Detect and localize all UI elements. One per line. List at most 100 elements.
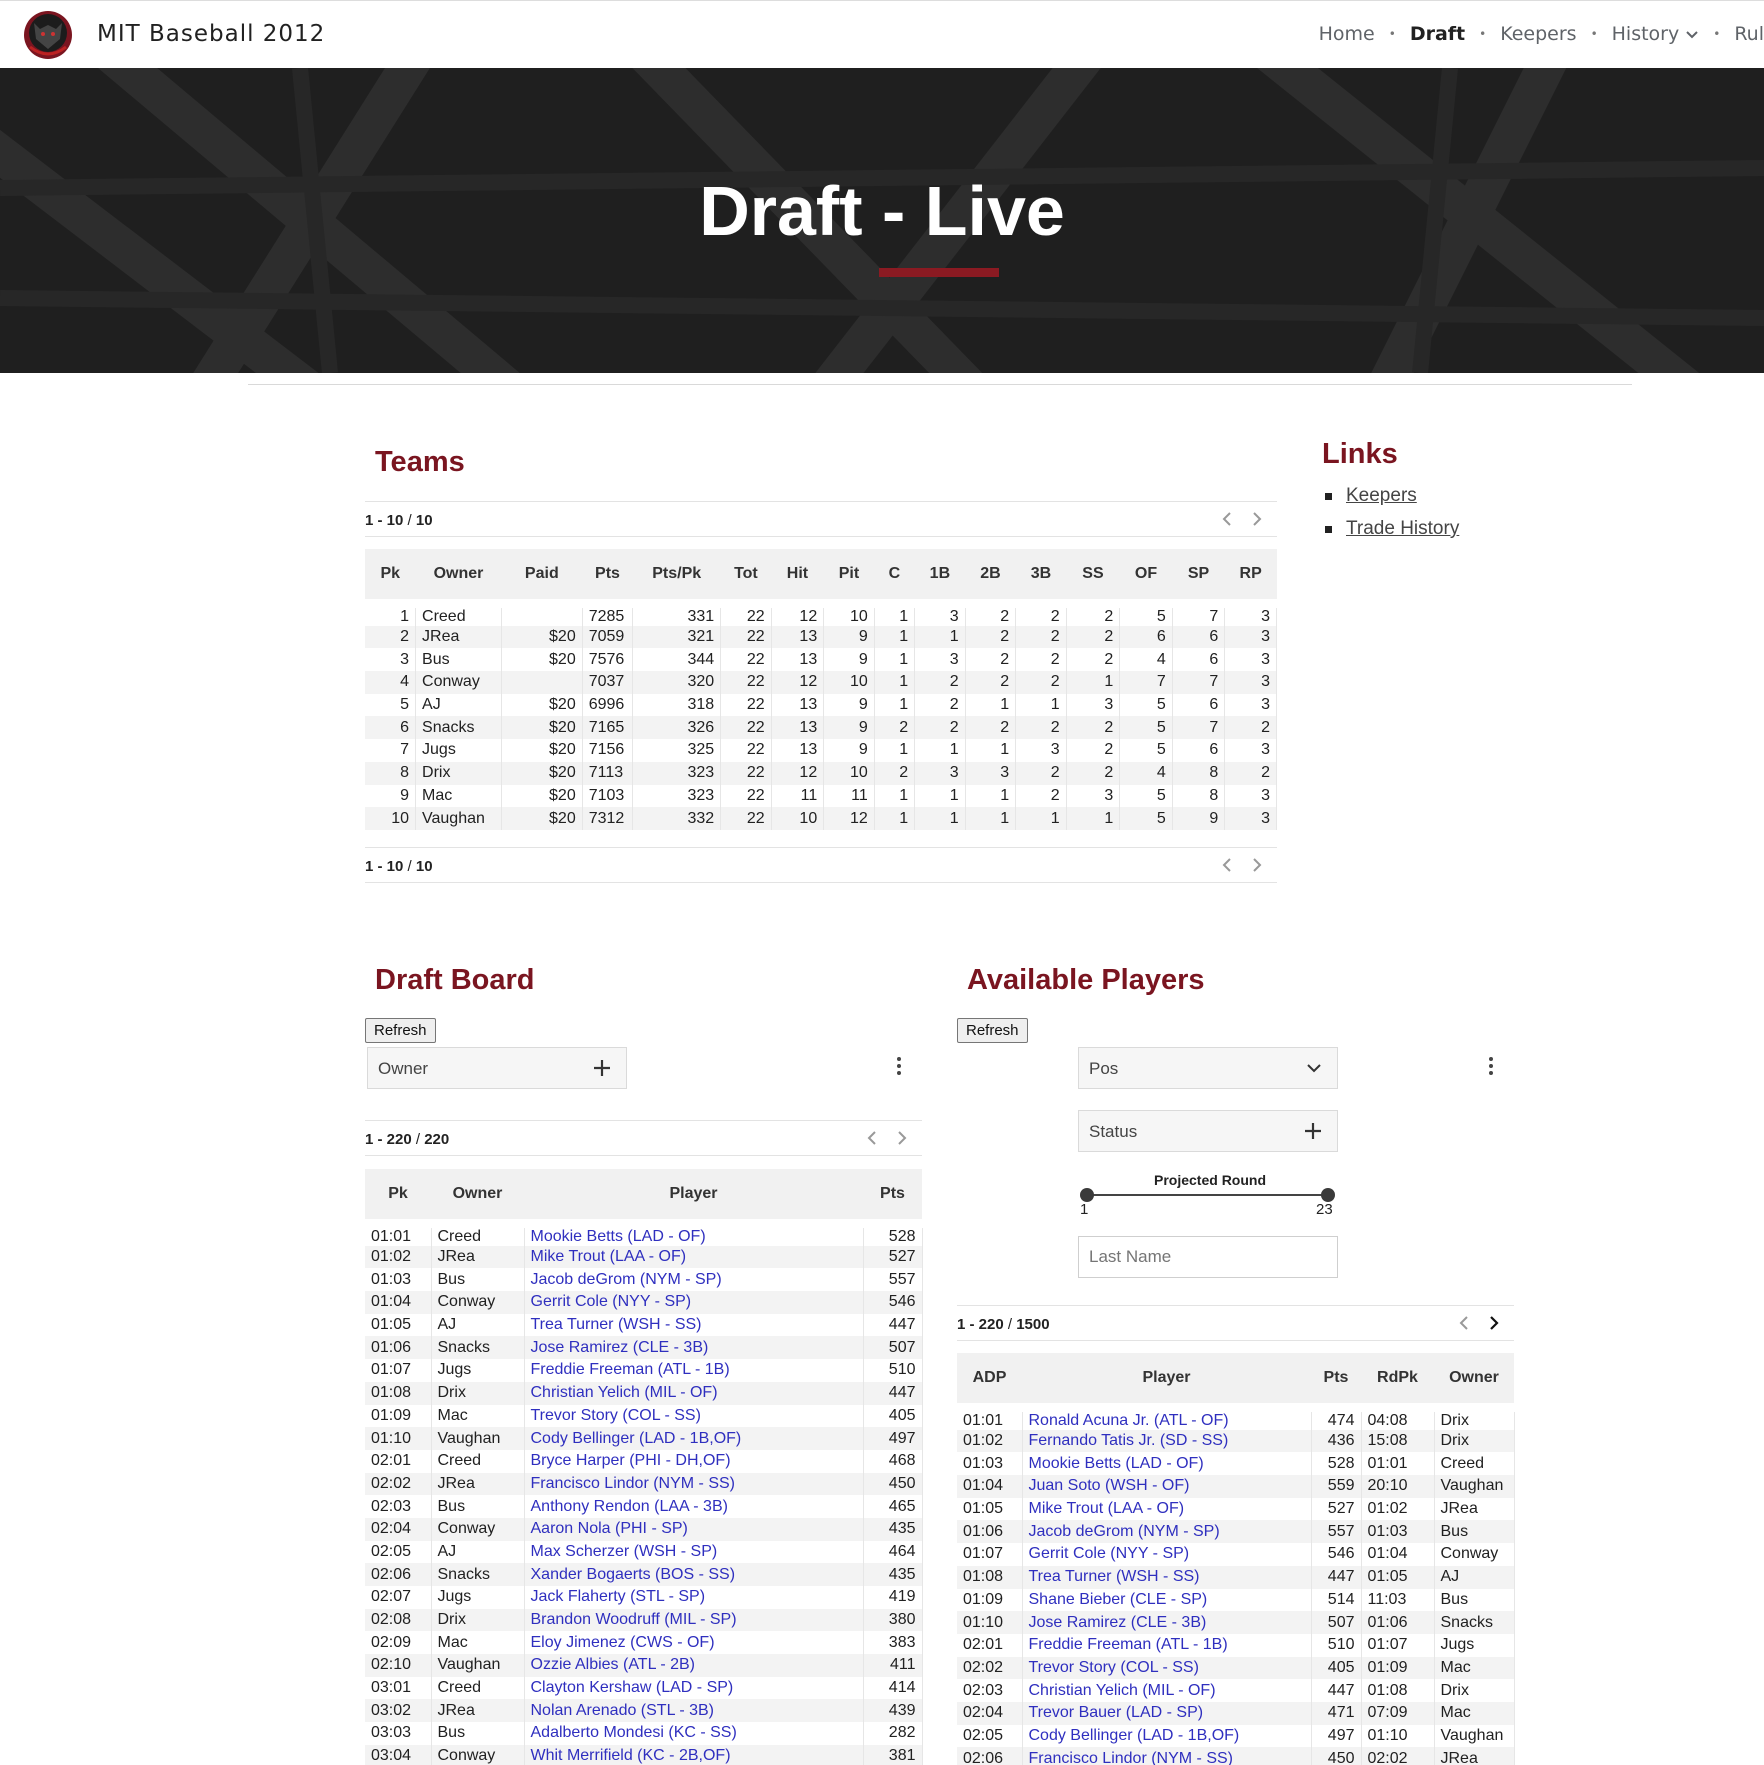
teams-header-c[interactable]: C [874,549,915,603]
draft-board-refresh-button[interactable]: Refresh [365,1018,436,1043]
more-options-icon[interactable] [1488,1057,1494,1079]
teams-header-sp[interactable]: SP [1172,549,1225,603]
player-link[interactable]: Cody Bellinger (LAD - 1B,OF) [531,1430,742,1447]
available-header-player[interactable]: Player [1022,1353,1311,1407]
player-link[interactable]: Jack Flaherty (STL - SP) [531,1588,706,1605]
player-link[interactable]: Anthony Rendon (LAA - 3B) [531,1498,728,1515]
team-logo-icon[interactable] [20,9,76,61]
chevron-right-icon[interactable] [1249,510,1265,528]
board-header-pts[interactable]: Pts [863,1169,922,1223]
teams-header-pk[interactable]: Pk [365,549,416,603]
available-header-pts[interactable]: Pts [1311,1353,1361,1407]
teams-header-owner[interactable]: Owner [415,549,502,603]
teams-header-1b[interactable]: 1B [914,549,966,603]
table-cell: 1 [1015,693,1067,717]
available-refresh-button[interactable]: Refresh [957,1018,1028,1043]
table-cell: 6 [1172,648,1226,672]
player-link[interactable]: Ozzie Albies (ATL - 2B) [531,1656,696,1673]
link-trade-history[interactable]: Trade History [1346,518,1459,540]
player-link[interactable]: Eloy Jimenez (CWS - OF) [531,1634,715,1651]
teams-header-2b[interactable]: 2B [965,549,1016,603]
projected-round-slider-track[interactable] [1087,1194,1329,1196]
chevron-right-icon[interactable] [1486,1314,1502,1332]
teams-header-pit[interactable]: Pit [823,549,875,603]
player-link[interactable]: Brandon Woodruff (MIL - SP) [531,1611,737,1628]
available-header-adp[interactable]: ADP [957,1353,1022,1407]
teams-header-of[interactable]: OF [1119,549,1173,603]
chevron-right-icon[interactable] [1249,856,1265,874]
site-title[interactable]: MIT Baseball 2012 [97,21,325,47]
table-cell: 02:02 [957,1656,1023,1680]
player-link[interactable]: Xander Bogaerts (BOS - SS) [531,1566,736,1583]
player-link[interactable]: Jose Ramirez (CLE - 3B) [531,1339,709,1356]
player-link[interactable]: Nolan Arenado (STL - 3B) [531,1702,715,1719]
player-link[interactable]: Juan Soto (WSH - OF) [1029,1477,1190,1494]
board-header-owner[interactable]: Owner [431,1169,524,1223]
player-link[interactable]: Shane Bieber (CLE - SP) [1029,1591,1208,1608]
chevron-left-icon[interactable] [864,1129,880,1147]
player-link[interactable]: Trea Turner (WSH - SS) [1029,1568,1200,1585]
chevron-left-icon[interactable] [1219,856,1235,874]
available-header-owner[interactable]: Owner [1434,1353,1514,1407]
teams-header-3b[interactable]: 3B [1015,549,1067,603]
player-link[interactable]: Max Scherzer (WSH - SP) [531,1543,718,1560]
available-header-rdpk[interactable]: RdPk [1361,1353,1434,1407]
slider-max-handle[interactable] [1321,1188,1335,1202]
player-link[interactable]: Trea Turner (WSH - SS) [531,1316,702,1333]
teams-header-tot[interactable]: Tot [720,549,772,603]
teams-header-paid[interactable]: Paid [501,549,583,603]
board-header-player[interactable]: Player [524,1169,863,1223]
status-filter[interactable]: Status [1078,1110,1338,1152]
player-link[interactable]: Trevor Story (COL - SS) [531,1407,701,1424]
player-link[interactable]: Trevor Bauer (LAD - SP) [1029,1704,1204,1721]
table-cell: Conway [415,671,502,694]
nav-home[interactable]: Home [1319,23,1375,45]
player-link[interactable]: Francisco Lindor (NYM - SS) [1029,1750,1234,1765]
player-link[interactable]: Mike Trout (LAA - OF) [531,1248,687,1265]
player-link[interactable]: Cody Bellinger (LAD - 1B,OF) [1029,1727,1240,1744]
plus-icon[interactable] [1303,1121,1323,1141]
player-link[interactable]: Bryce Harper (PHI - DH,OF) [531,1452,731,1469]
owner-filter[interactable]: Owner [367,1047,627,1089]
teams-header-pts-pk[interactable]: Pts/Pk [632,549,721,603]
more-options-icon[interactable] [896,1057,902,1079]
teams-header-hit[interactable]: Hit [771,549,824,603]
player-link[interactable]: Ronald Acuna Jr. (ATL - OF) [1029,1416,1229,1429]
board-header-pk[interactable]: Pk [365,1169,431,1223]
teams-header-ss[interactable]: SS [1066,549,1120,603]
teams-header-pts[interactable]: Pts [582,549,633,603]
player-link[interactable]: Aaron Nola (PHI - SP) [531,1520,688,1537]
player-link[interactable]: Gerrit Cole (NYY - SP) [1029,1545,1190,1562]
pos-dropdown[interactable]: Pos [1078,1047,1338,1089]
last-name-input[interactable] [1078,1236,1338,1278]
player-link[interactable]: Freddie Freeman (ATL - 1B) [531,1361,730,1378]
player-link[interactable]: Jose Ramirez (CLE - 3B) [1029,1614,1207,1631]
player-link[interactable]: Jacob deGrom (NYM - SP) [531,1271,722,1288]
player-link[interactable]: Francisco Lindor (NYM - SS) [531,1475,736,1492]
nav-history[interactable]: History [1612,23,1700,45]
table-cell: 07:09 [1361,1701,1435,1725]
player-link[interactable]: Jacob deGrom (NYM - SP) [1029,1523,1220,1540]
link-keepers[interactable]: Keepers [1346,485,1417,507]
plus-icon[interactable] [592,1058,612,1078]
player-link[interactable]: Whit Merrifield (KC - 2B,OF) [531,1747,731,1764]
player-link[interactable]: Adalberto Mondesi (KC - SS) [531,1724,737,1741]
nav-draft[interactable]: Draft [1410,23,1465,45]
player-link[interactable]: Fernando Tatis Jr. (SD - SS) [1029,1432,1229,1449]
player-link[interactable]: Trevor Story (COL - SS) [1029,1659,1199,1676]
nav-keepers[interactable]: Keepers [1500,23,1576,45]
player-link[interactable]: Gerrit Cole (NYY - SP) [531,1293,692,1310]
player-link[interactable]: Mookie Betts (LAD - OF) [1029,1455,1204,1472]
slider-min-handle[interactable] [1080,1188,1094,1202]
player-link[interactable]: Mike Trout (LAA - OF) [1029,1500,1185,1517]
player-link[interactable]: Clayton Kershaw (LAD - SP) [531,1679,734,1696]
nav-rules[interactable]: Rul [1734,23,1764,45]
player-link[interactable]: Mookie Betts (LAD - OF) [531,1232,706,1245]
player-link[interactable]: Christian Yelich (MIL - OF) [531,1384,718,1401]
player-link[interactable]: Christian Yelich (MIL - OF) [1029,1682,1216,1699]
chevron-left-icon[interactable] [1219,510,1235,528]
teams-header-rp[interactable]: RP [1224,549,1277,603]
chevron-right-icon[interactable] [894,1129,910,1147]
player-link[interactable]: Freddie Freeman (ATL - 1B) [1029,1636,1228,1653]
chevron-left-icon[interactable] [1456,1314,1472,1332]
